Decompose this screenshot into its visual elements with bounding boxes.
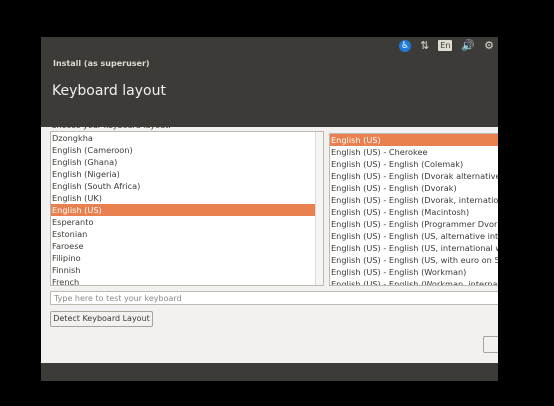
layout-list-scrollbar[interactable] <box>315 132 323 285</box>
screen: ♿ ⇅ En 🔊 ⚙ Install (as superuser) Keyboa… <box>41 37 498 381</box>
layout-list-item[interactable]: English (Ghana) <box>51 156 323 168</box>
variant-list-item[interactable]: English (US) <box>330 134 498 146</box>
gear-icon[interactable]: ⚙ <box>484 38 494 53</box>
bottom-bar <box>41 363 498 381</box>
window-title: Install (as superuser) <box>53 59 150 68</box>
variant-list-item[interactable]: English (US) - English (Workman) <box>330 266 498 278</box>
page-title: Keyboard layout <box>52 83 166 99</box>
layout-list-item[interactable]: Finnish <box>51 264 323 276</box>
variant-list-item[interactable]: English (US) - English (Colemak) <box>330 158 498 170</box>
detect-keyboard-layout-button[interactable]: Detect Keyboard Layout <box>50 311 153 327</box>
layout-list-item[interactable]: Faroese <box>51 240 323 252</box>
volume-icon[interactable]: 🔊 <box>461 38 475 53</box>
variant-list-item[interactable]: English (US) - English (US, alternative … <box>330 230 498 242</box>
layout-list-item[interactable]: English (Cameroon) <box>51 144 323 156</box>
system-tray: ♿ ⇅ En 🔊 ⚙ <box>399 38 494 53</box>
variant-list-item[interactable]: English (US) - English (Programmer Dvora… <box>330 218 498 230</box>
variant-list-item[interactable]: English (US) - English (Dvorak, internat… <box>330 194 498 206</box>
layout-list[interactable]: Dzongkha English (Cameroon) English (Ghana… <box>50 131 324 286</box>
keyboard-test-input[interactable]: Type here to test your keyboard <box>50 291 498 305</box>
layout-list-item[interactable]: English (Nigeria) <box>51 168 323 180</box>
layout-list-item[interactable]: Esperanto <box>51 216 323 228</box>
variant-list-item[interactable]: English (US) - English (Workman, interna… <box>330 278 498 285</box>
top-panel: ♿ ⇅ En 🔊 ⚙ <box>41 37 498 54</box>
layout-list-item[interactable]: Filipino <box>51 252 323 264</box>
accessibility-icon[interactable]: ♿ <box>399 39 412 52</box>
variant-list-item[interactable]: English (US) - English (Dvorak) <box>330 182 498 194</box>
variant-list-item[interactable]: English (US) - Cherokee <box>330 146 498 158</box>
page-header: Keyboard layout <box>41 73 498 127</box>
variant-list-item[interactable]: English (US) - English (US, internationa… <box>330 242 498 254</box>
variant-list-item[interactable]: English (US) - English (Dvorak alternati… <box>330 170 498 182</box>
partial-button[interactable] <box>483 336 498 353</box>
layout-list-item[interactable]: English (South Africa) <box>51 180 323 192</box>
network-arrows-icon[interactable]: ⇅ <box>420 38 429 53</box>
layout-list-item[interactable]: Estonian <box>51 228 323 240</box>
layout-list-item[interactable]: English (UK) <box>51 192 323 204</box>
variant-list-item[interactable]: English (US) - English (Macintosh) <box>330 206 498 218</box>
variant-list[interactable]: English (US) English (US) - Cherokee Engli… <box>329 133 498 286</box>
variant-list-item[interactable]: English (US) - English (US, with euro on… <box>330 254 498 266</box>
keyboard-indicator[interactable]: En <box>438 40 453 51</box>
layout-prompt: Choose your keyboard layout: <box>51 121 171 130</box>
layout-list-item[interactable]: Dzongkha <box>51 132 323 144</box>
layout-list-item[interactable]: French <box>51 276 323 285</box>
layout-list-item[interactable]: English (US) <box>51 204 323 216</box>
